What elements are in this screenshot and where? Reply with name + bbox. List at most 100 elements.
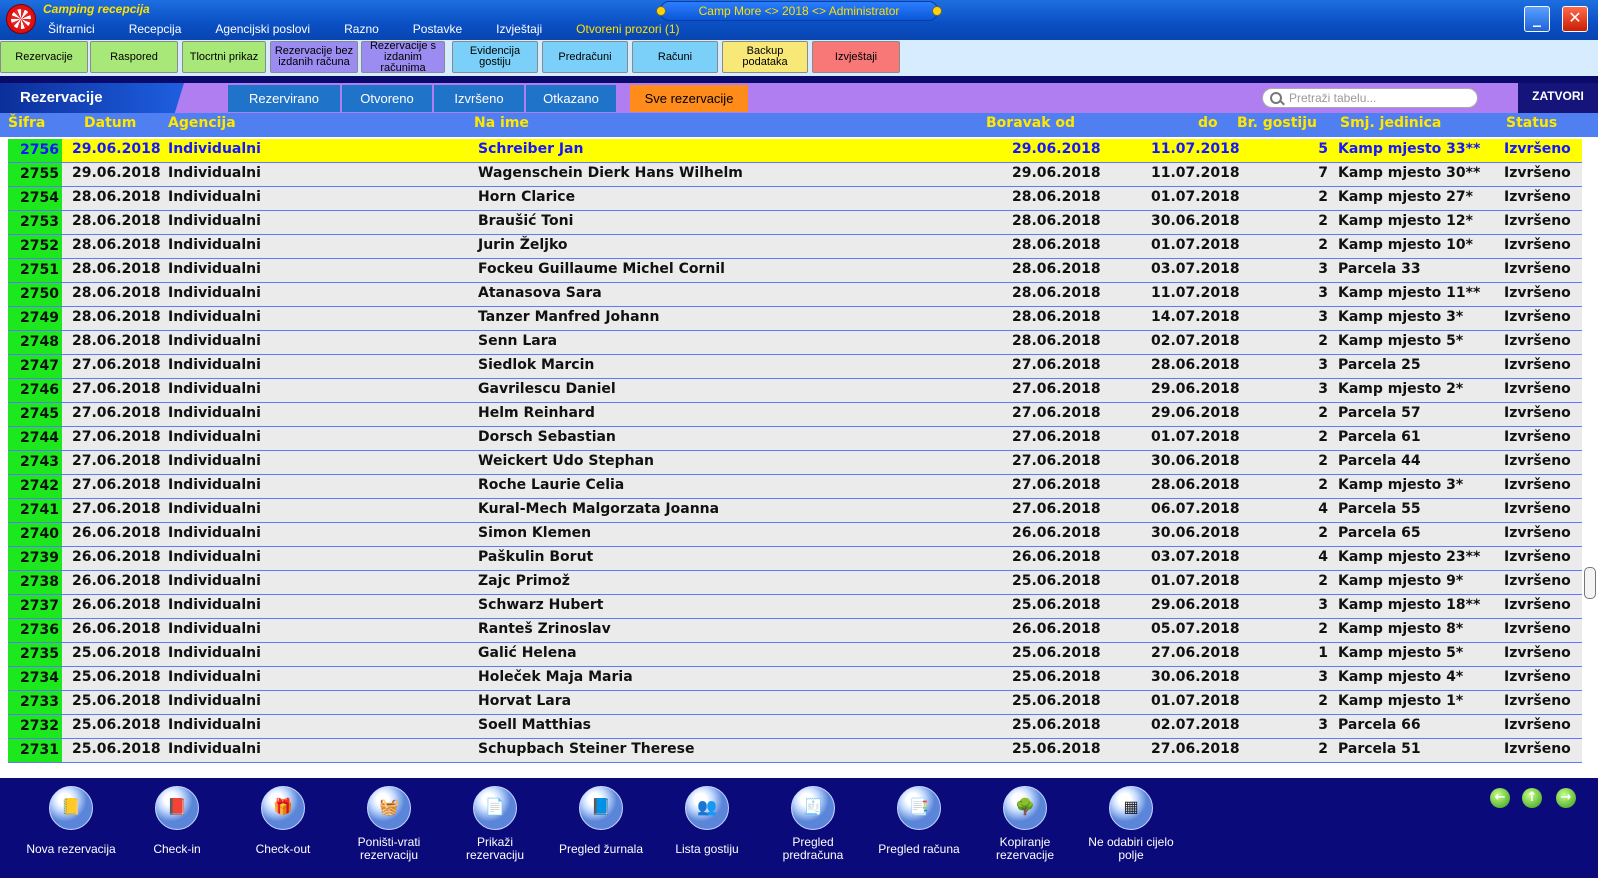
table-row[interactable]: 2734 25.06.2018 Individualni Holeček Maja M… — [8, 667, 1582, 691]
table-row[interactable]: 2735 25.06.2018 Individualni Galić Helena 25… — [8, 643, 1582, 667]
bottom-action-label: Prikaži rezervaciju — [465, 835, 525, 862]
table-row[interactable]: 2750 28.06.2018 Individualni Atanasova Sara… — [8, 283, 1582, 307]
bottom-action-button[interactable]: 🧾 Pregled predračuna — [768, 786, 858, 862]
tab[interactable]: Izvršeno — [434, 85, 524, 112]
cell-boravak-od: 28.06.2018 — [1012, 285, 1101, 301]
invoice-icon: 📑 — [897, 786, 941, 830]
tab[interactable]: Rezervirano — [228, 85, 340, 112]
table-row[interactable]: 2731 25.06.2018 Individualni Schupbach Stei… — [8, 739, 1582, 763]
header-na-ime[interactable]: Na ime — [474, 115, 529, 131]
cell-do: 30.06.2018 — [1151, 525, 1240, 541]
tab[interactable]: Sve rezervacije — [630, 85, 748, 112]
arrow-left-icon[interactable]: ← — [1490, 788, 1510, 808]
cell-agencija: Individualni — [168, 525, 261, 541]
cell-agencija: Individualni — [168, 549, 261, 565]
cell-na-ime: Zajc Primož — [478, 573, 570, 589]
close-button[interactable]: ZATVORI — [1518, 83, 1598, 113]
tab[interactable]: Otkazano — [526, 85, 616, 112]
table-row[interactable]: 2740 26.06.2018 Individualni Simon Klemen 26… — [8, 523, 1582, 547]
table-row[interactable]: 2744 27.06.2018 Individualni Dorsch Sebasti… — [8, 427, 1582, 451]
table-row[interactable]: 2752 28.06.2018 Individualni Jurin Željko 28… — [8, 235, 1582, 259]
toolbar-button[interactable]: Rezervacije s izdanim računima — [361, 40, 445, 73]
cell-br-gostiju: 3 — [1318, 309, 1328, 325]
header-br-gostiju[interactable]: Br. gostiju — [1237, 115, 1317, 131]
header-boravak-od[interactable]: Boravak od — [986, 115, 1075, 131]
menu-item[interactable]: Agencijski poslovi — [215, 22, 310, 38]
bottom-action-button[interactable]: 🧺 Poništi-vrati rezervaciju — [344, 786, 434, 862]
toolbar-button[interactable]: Predračuni — [542, 41, 628, 73]
table-row[interactable]: 2756 29.06.2018 Individualni Schreiber Jan 2… — [8, 139, 1582, 163]
table-row[interactable]: 2737 26.06.2018 Individualni Schwarz Hubert… — [8, 595, 1582, 619]
bottom-action-button[interactable]: 🎁 Check-out — [238, 786, 328, 862]
cell-na-ime: Fockeu Guillaume Michel Cornil — [478, 261, 725, 277]
menu-item[interactable]: Izvještaji — [496, 22, 542, 38]
bottom-action-button[interactable]: 📘 Pregled žurnala — [556, 786, 646, 862]
table-row[interactable]: 2739 26.06.2018 Individualni Paškulin Borut… — [8, 547, 1582, 571]
arrow-right-icon[interactable]: → — [1556, 788, 1576, 808]
gift-box-icon: 🎁 — [261, 786, 305, 830]
menu-item[interactable]: Postavke — [413, 22, 462, 38]
cell-status: Izvršeno — [1504, 333, 1571, 349]
toolbar-button[interactable]: Tlocrtni prikaz — [182, 41, 266, 73]
arrow-up-icon[interactable]: ↑ — [1522, 788, 1542, 808]
table-row[interactable]: 2738 26.06.2018 Individualni Zajc Primož 25.… — [8, 571, 1582, 595]
table-row[interactable]: 2748 28.06.2018 Individualni Senn Lara 28.06… — [8, 331, 1582, 355]
header-datum[interactable]: Datum — [84, 115, 136, 131]
header-do[interactable]: do — [1198, 115, 1218, 131]
cell-smj-jedinica: Kamp mjesto 9* — [1338, 573, 1464, 589]
menu-item[interactable]: Otvoreni prozori (1) — [576, 22, 679, 38]
header-agencija[interactable]: Agencija — [168, 115, 236, 131]
cell-br-gostiju: 3 — [1318, 717, 1328, 733]
toolbar-button[interactable]: Evidencija gostiju — [452, 41, 538, 73]
cell-br-gostiju: 4 — [1318, 501, 1328, 517]
menu-item[interactable]: Razno — [344, 22, 379, 38]
table-row[interactable]: 2754 28.06.2018 Individualni Horn Clarice 28… — [8, 187, 1582, 211]
cell-boravak-od: 28.06.2018 — [1012, 333, 1101, 349]
scrollbar-thumb[interactable] — [1584, 567, 1596, 599]
cell-datum: 25.06.2018 — [72, 645, 161, 661]
toolbar-button[interactable]: Izvještaji — [812, 41, 900, 73]
menu-item[interactable]: Šifrarnici — [48, 22, 95, 38]
toolbar-button[interactable]: Raspored — [90, 41, 178, 73]
close-window-button[interactable]: ✕ — [1562, 6, 1588, 32]
minimize-button[interactable]: _ — [1524, 6, 1550, 32]
toolbar-button[interactable]: Računi — [632, 41, 718, 73]
table-row[interactable]: 2746 27.06.2018 Individualni Gavrilescu Dan… — [8, 379, 1582, 403]
bottom-action-button[interactable]: ▦ Ne odabiri cijelo polje — [1086, 786, 1176, 862]
header-sifra[interactable]: Šifra — [8, 115, 45, 131]
table-row[interactable]: 2745 27.06.2018 Individualni Helm Reinhard 2… — [8, 403, 1582, 427]
toolbar-button[interactable]: Rezervacije — [0, 41, 88, 73]
table-row[interactable]: 2749 28.06.2018 Individualni Tanzer Manfred… — [8, 307, 1582, 331]
header-status[interactable]: Status — [1506, 115, 1557, 131]
cell-boravak-od: 27.06.2018 — [1012, 429, 1101, 445]
table-row[interactable]: 2743 27.06.2018 Individualni Weickert Udo S… — [8, 451, 1582, 475]
cell-sifra: 2746 — [8, 379, 62, 402]
cell-br-gostiju: 2 — [1318, 237, 1328, 253]
table-row[interactable]: 2732 25.06.2018 Individualni Soell Matthias… — [8, 715, 1582, 739]
table-row[interactable]: 2741 27.06.2018 Individualni Kural-Mech Mal… — [8, 499, 1582, 523]
bottom-action-button[interactable]: 👥 Lista gostiju — [662, 786, 752, 862]
toolbar-button[interactable]: Rezervacije bez izdanih računa — [270, 41, 358, 73]
table-row[interactable]: 2742 27.06.2018 Individualni Roche Laurie C… — [8, 475, 1582, 499]
header-smj-jedinica[interactable]: Smj. jedinica — [1340, 115, 1441, 131]
bottom-action-button[interactable]: 📕 Check-in — [132, 786, 222, 862]
cell-datum: 27.06.2018 — [72, 477, 161, 493]
table-row[interactable]: 2747 27.06.2018 Individualni Siedlok Marcin… — [8, 355, 1582, 379]
toolbar-button[interactable]: Backup podataka — [722, 41, 808, 73]
bottom-action-button[interactable]: 📄 Prikaži rezervaciju — [450, 786, 540, 862]
tab[interactable]: Otvoreno — [342, 85, 432, 112]
vertical-scrollbar[interactable] — [1582, 139, 1598, 778]
bottom-action-button[interactable]: 📒 Nova rezervacija — [26, 786, 116, 862]
cell-br-gostiju: 2 — [1318, 525, 1328, 541]
table-row[interactable]: 2753 28.06.2018 Individualni Braušić Toni 28… — [8, 211, 1582, 235]
table-row[interactable]: 2755 29.06.2018 Individualni Wagenschein Di… — [8, 163, 1582, 187]
menu-item[interactable]: Recepcija — [129, 22, 182, 38]
bottom-action-button[interactable]: 🌳 Kopiranje rezervacije — [980, 786, 1070, 862]
bottom-action-button[interactable]: 📑 Pregled računa — [874, 786, 964, 862]
table-row[interactable]: 2751 28.06.2018 Individualni Fockeu Guillau… — [8, 259, 1582, 283]
table-row[interactable]: 2733 25.06.2018 Individualni Horvat Lara 25.… — [8, 691, 1582, 715]
search-input[interactable] — [1262, 88, 1478, 108]
cell-agencija: Individualni — [168, 309, 261, 325]
cell-status: Izvršeno — [1504, 285, 1571, 301]
table-row[interactable]: 2736 26.06.2018 Individualni Ranteš Zrinosl… — [8, 619, 1582, 643]
